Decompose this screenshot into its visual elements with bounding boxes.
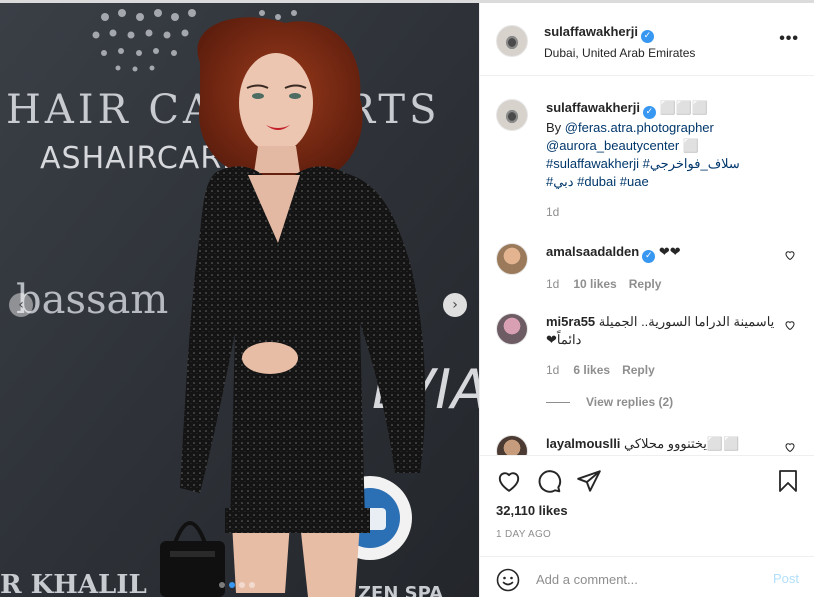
view-replies-button[interactable]: View replies (2) xyxy=(546,393,796,411)
caption-body: sulaffawakherji ✓ ⬜⬜⬜ By @feras.atra.phot… xyxy=(546,99,796,221)
comment-likes[interactable]: 10 likes xyxy=(573,277,616,291)
commenter-avatar[interactable] xyxy=(496,243,528,275)
backdrop-text-bassam: bassam xyxy=(16,277,168,323)
carousel-next-button[interactable]: › xyxy=(443,293,467,317)
carousel-prev-button[interactable]: ‹ xyxy=(9,293,33,317)
comment-username[interactable]: amalsaadalden xyxy=(546,244,639,259)
comment-like-icon[interactable] xyxy=(784,319,796,331)
mention-beautycenter[interactable]: @aurora_beautycenter xyxy=(546,138,679,153)
comment-body: amalsaadalden ✓ ❤❤ 1d 10 likes Reply xyxy=(546,243,796,293)
chevron-right-icon: › xyxy=(452,297,458,313)
verified-badge-icon: ✓ xyxy=(642,250,656,263)
caption-emoji: ⬜⬜⬜ xyxy=(659,100,709,115)
carousel-dot xyxy=(239,582,245,588)
post-details-panel: sulaffawakherji ✓ Dubai, United Arab Emir… xyxy=(479,3,814,597)
carousel-dot xyxy=(219,582,225,588)
share-icon[interactable] xyxy=(576,468,602,494)
comment-item: amalsaadalden ✓ ❤❤ 1d 10 likes Reply xyxy=(496,243,796,295)
replies-divider xyxy=(546,401,570,403)
comment-time[interactable]: 1d xyxy=(546,363,559,377)
hashtag-arabic-name[interactable]: #سلاف_فواخرجي xyxy=(643,156,740,171)
commenter-avatar[interactable] xyxy=(496,313,528,345)
caption-emoji-2: ⬜ xyxy=(679,138,699,153)
carousel-dot-active xyxy=(229,582,235,588)
post-location[interactable]: Dubai, United Arab Emirates xyxy=(544,46,695,60)
hashtag-sulaffawakherji[interactable]: #sulaffawakherji xyxy=(546,156,639,171)
bookmark-icon[interactable] xyxy=(776,468,800,494)
post-actions: 32,110 likes 1 DAY AGO Post xyxy=(480,455,814,600)
comment-like-icon[interactable] xyxy=(784,441,796,453)
instagram-post-view: HAIR CAR RTS ASHAIRCARE bassam R KHALIL … xyxy=(0,0,814,597)
post-photo: HAIR CAR RTS ASHAIRCARE bassam R KHALIL … xyxy=(0,3,479,597)
heart-icon[interactable] xyxy=(496,468,522,494)
author-info: sulaffawakherji ✓ Dubai, United Arab Emir… xyxy=(544,24,695,60)
comment-text: يختنووو محلاكي⬜⬜ xyxy=(624,436,740,451)
hashtag-dubai[interactable]: #dubai xyxy=(577,174,616,189)
comment-icon[interactable] xyxy=(536,468,562,494)
post-comment-button[interactable]: Post xyxy=(773,571,799,586)
mention-photographer[interactable]: @feras.atra.photographer xyxy=(565,120,714,135)
comments-list[interactable]: sulaffawakherji ✓ ⬜⬜⬜ By @feras.atra.phot… xyxy=(480,77,814,455)
post-media[interactable]: HAIR CAR RTS ASHAIRCARE bassam R KHALIL … xyxy=(0,3,479,597)
add-comment-bar: Post xyxy=(480,556,814,601)
backdrop-text-spa: ZEN SPA xyxy=(358,583,443,597)
caption-username[interactable]: sulaffawakherji xyxy=(546,100,640,115)
caption: sulaffawakherji ✓ ⬜⬜⬜ By @feras.atra.phot… xyxy=(496,99,796,219)
chevron-left-icon: ‹ xyxy=(18,297,24,313)
likes-count[interactable]: 32,110 likes xyxy=(496,503,568,518)
comment-item: layalmouslli يختنووو محلاكي⬜⬜ xyxy=(496,435,796,455)
comment-meta: 1d 10 likes Reply xyxy=(546,275,796,293)
view-replies-label: View replies (2) xyxy=(586,395,674,409)
verified-badge-icon: ✓ xyxy=(640,30,654,43)
backdrop-text-khalil: R KHALIL xyxy=(0,570,147,597)
author-avatar[interactable] xyxy=(496,25,528,57)
comment-likes[interactable]: 6 likes xyxy=(573,363,610,377)
comment-time[interactable]: 1d xyxy=(546,277,559,291)
hashtag-dubai-arabic[interactable]: #دبي xyxy=(546,174,573,189)
reply-button[interactable]: Reply xyxy=(629,277,662,291)
commenter-avatar[interactable] xyxy=(496,435,528,455)
comment-username[interactable]: layalmouslli xyxy=(546,436,620,451)
author-username[interactable]: sulaffawakherji xyxy=(544,24,638,39)
post-date[interactable]: 1 DAY AGO xyxy=(496,529,551,540)
hashtag-uae[interactable]: #uae xyxy=(620,174,649,189)
comment-input[interactable] xyxy=(536,569,756,589)
caption-by-label: By xyxy=(546,120,565,135)
comment-meta: 1d 6 likes Reply xyxy=(546,361,796,379)
caption-avatar[interactable] xyxy=(496,99,528,131)
comment-like-icon[interactable] xyxy=(784,249,796,261)
reply-button[interactable]: Reply xyxy=(622,363,655,377)
verified-badge-icon: ✓ xyxy=(642,106,656,119)
comment-body: mi5ra55 ياسمينة الدراما السورية.. الجميل… xyxy=(546,313,796,411)
post-header: sulaffawakherji ✓ Dubai, United Arab Emir… xyxy=(480,3,814,76)
caption-time[interactable]: 1d xyxy=(546,203,796,221)
comment-username[interactable]: mi5ra55 xyxy=(546,314,595,329)
carousel-indicator xyxy=(219,582,255,588)
comment-body: layalmouslli يختنووو محلاكي⬜⬜ xyxy=(546,435,796,453)
carousel-dot xyxy=(249,582,255,588)
more-options-button[interactable]: ••• xyxy=(779,31,799,47)
comment-item: mi5ra55 ياسمينة الدراما السورية.. الجميل… xyxy=(496,313,796,423)
comment-text: ❤❤ xyxy=(658,244,681,259)
emoji-icon[interactable] xyxy=(496,568,520,592)
